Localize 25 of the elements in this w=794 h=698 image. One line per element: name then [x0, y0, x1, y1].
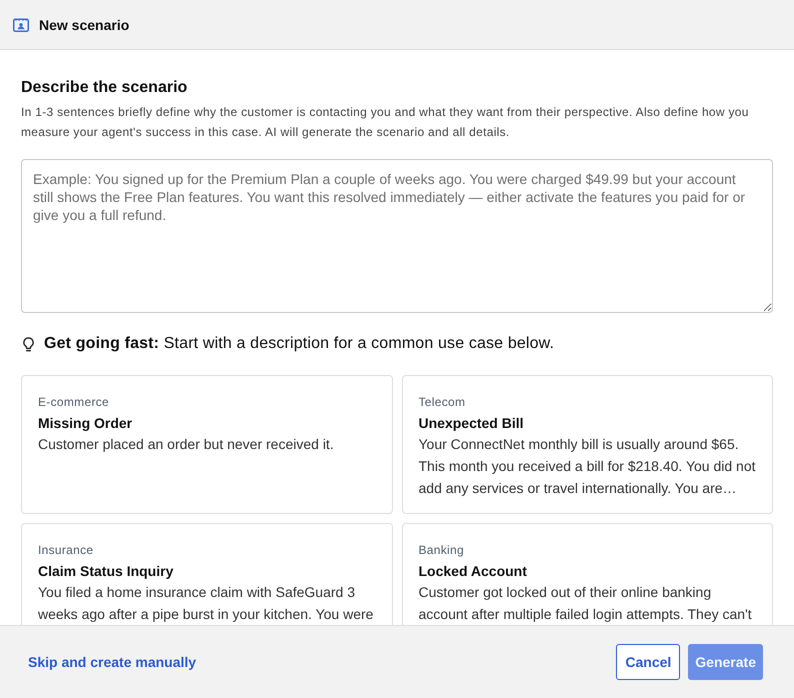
scenario-description-field[interactable]: Example: You signed up for the Premium Plan a couple of weeks ago. You were charged $49.99 but your account still shows the Free Plan features. You want this resolved immediately — either activate the features you paid for or give you a full refund.	[21, 159, 773, 313]
section-description: In 1-3 sentences briefly define why the customer is contacting you and what they want from their perspective. Also define how you measure your agent's success in this case. AI will generate the scenario and all details.	[21, 104, 750, 141]
section-heading: Describe the scenario	[21, 78, 188, 98]
template-category: Insurance	[38, 542, 94, 559]
template-description: You filed a home insurance claim with SafeGuard 3 weeks ago after a pipe burst in your kitchen. You were	[38, 583, 374, 624]
template-category: E-commerce	[38, 394, 110, 411]
template-title: Claim Status Inquiry	[38, 562, 174, 581]
template-title: Unexpected Bill	[418, 414, 525, 433]
template-category: Telecom	[418, 394, 466, 411]
template-card[interactable]: Telecom Unexpected Bill Your ConnectNet monthly bill is usually around $65. This month you received a bill for $218.40. You did not add any services or travel internationally. You are…	[402, 375, 773, 514]
cancel-button[interactable]: Cancel	[616, 644, 680, 680]
template-description: Customer placed an order but never received it.	[38, 435, 335, 454]
quick-start-text: Get going fast: Start with a description for a common use case below.	[44, 334, 554, 354]
template-description: Customer got locked out of their online banking account after multiple failed login attempts. They can't	[418, 583, 753, 624]
skip-link[interactable]: Skip and create manually	[28, 654, 196, 670]
template-card[interactable]: Banking Locked Account Customer got locked out of their online banking account after multiple failed login attempts. They can't	[402, 523, 773, 625]
template-title: Missing Order	[38, 414, 134, 433]
template-description: Your ConnectNet monthly bill is usually around $65. This month you received a bill for $218.40. You did not add any services or travel internationally. You are…	[418, 435, 756, 498]
calendar-person-icon	[13, 18, 29, 32]
template-category: Banking	[418, 542, 465, 559]
template-title: Locked Account	[418, 562, 528, 581]
lightbulb-icon	[23, 336, 34, 352]
template-card[interactable]: Insurance Claim Status Inquiry You filed a home insurance claim with SafeGuard 3 weeks ago after a pipe burst in your kitchen. You were	[21, 523, 392, 625]
template-card[interactable]: E-commerce Missing Order Customer placed an order but never received it.	[21, 375, 392, 514]
dialog-title: New scenario	[39, 16, 130, 32]
